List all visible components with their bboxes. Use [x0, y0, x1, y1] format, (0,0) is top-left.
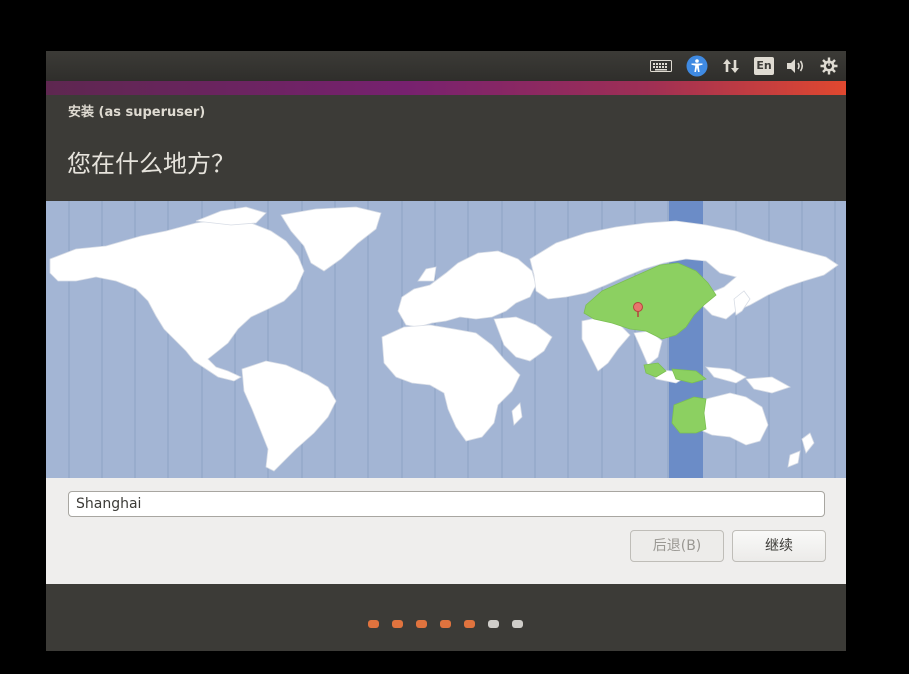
- progress-dot: [440, 620, 451, 628]
- page-title: 您在什么地方？: [67, 150, 235, 178]
- power-gear-icon[interactable]: [818, 56, 840, 76]
- timezone-map[interactable]: [46, 201, 846, 478]
- window-header: 安装 (as superuser) 您在什么地方？: [46, 95, 846, 201]
- language-icon[interactable]: En: [753, 56, 775, 76]
- network-icon[interactable]: [720, 56, 742, 76]
- progress-dot: [488, 620, 499, 628]
- back-button[interactable]: 后退(B): [630, 530, 724, 562]
- installer-footer: [46, 584, 846, 651]
- progress-dot: [416, 620, 427, 628]
- window-title: 安装 (as superuser): [68, 105, 206, 120]
- location-input[interactable]: Shanghai: [68, 491, 825, 517]
- top-panel: En: [46, 51, 846, 81]
- progress-dots: [368, 620, 536, 629]
- progress-dot: [392, 620, 403, 628]
- panel-accent-stripe: [46, 81, 846, 95]
- language-indicator-label: En: [754, 57, 774, 75]
- continue-button[interactable]: 继续: [732, 530, 826, 562]
- installer-screen: En 安装 (as superuser) 您在什么地方？ Shanghai 后退…: [46, 51, 846, 651]
- volume-icon[interactable]: [785, 56, 807, 76]
- accessibility-icon[interactable]: [686, 55, 708, 77]
- progress-dot: [368, 620, 379, 628]
- keyboard-icon[interactable]: [650, 56, 672, 76]
- progress-dot: [464, 620, 475, 628]
- progress-dot: [512, 620, 523, 628]
